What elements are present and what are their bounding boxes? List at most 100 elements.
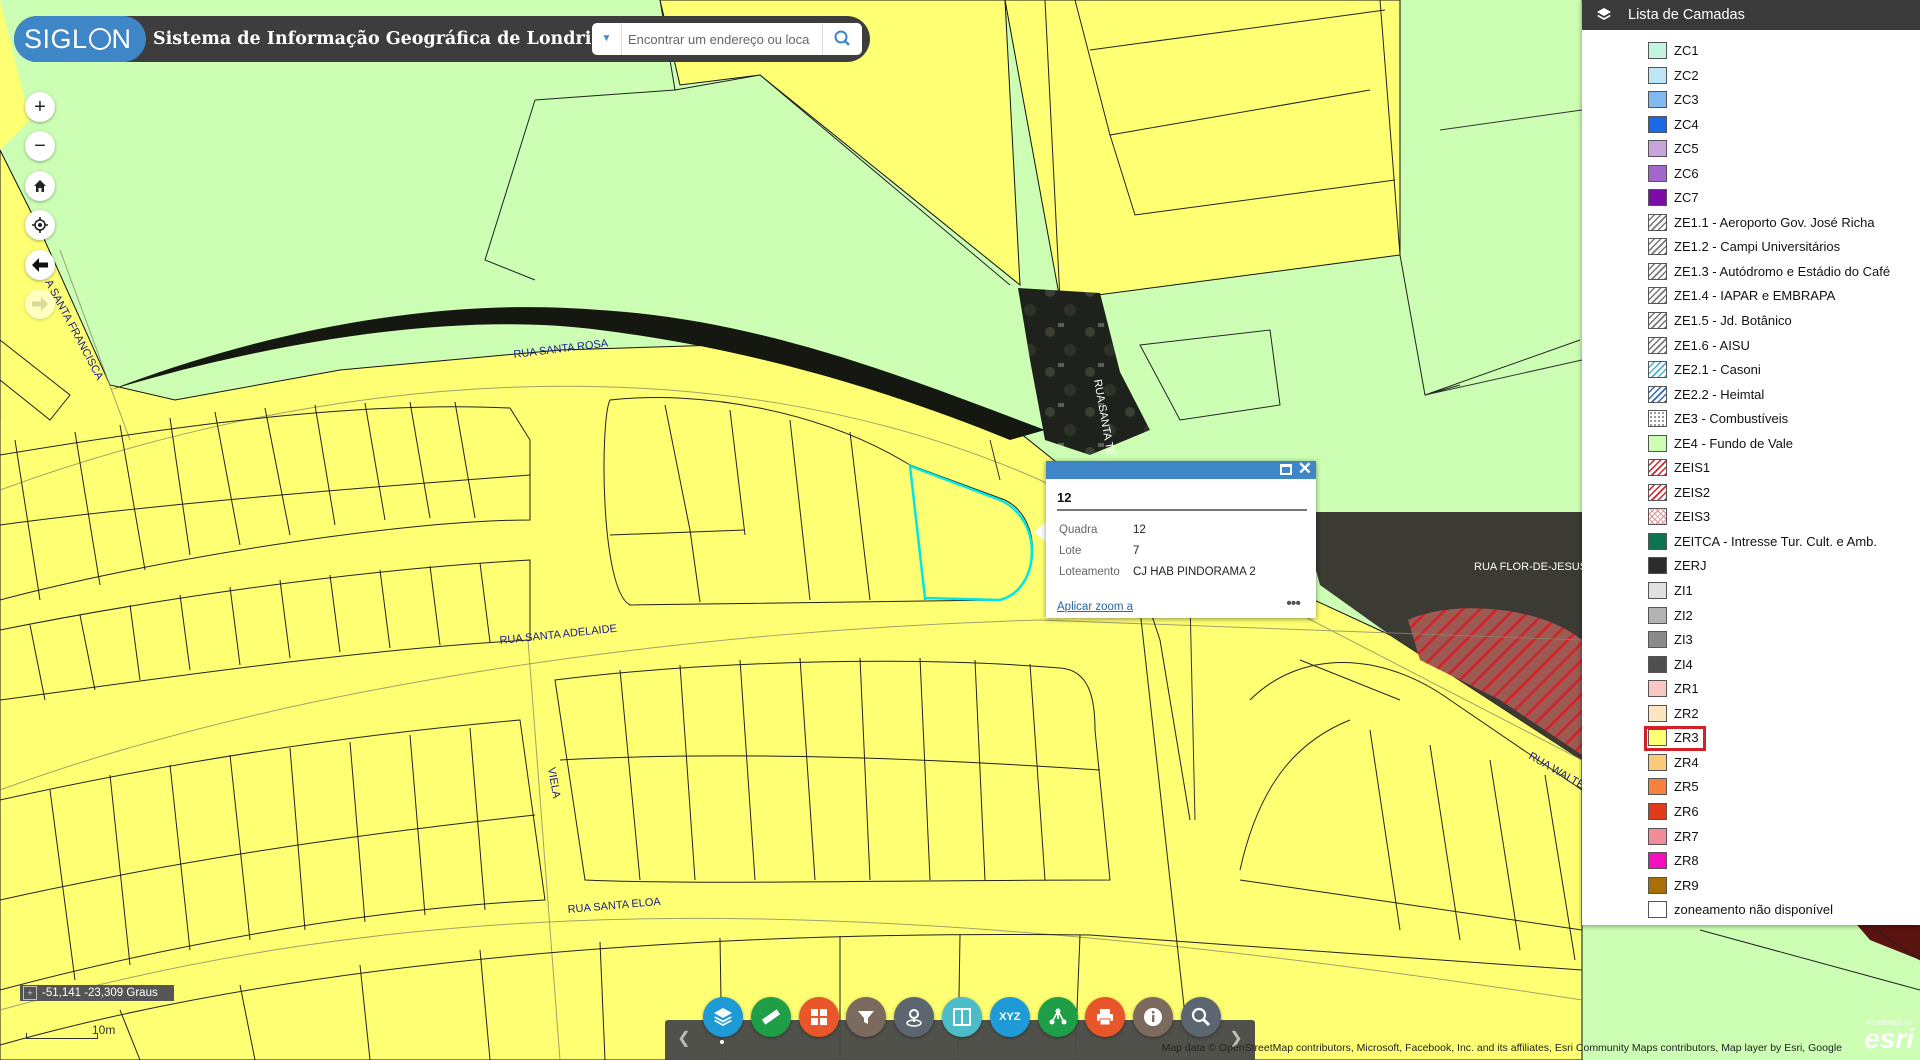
legend-swatch	[1648, 262, 1667, 280]
legend-label: ZE1.6 - AISU	[1674, 337, 1750, 353]
coordinate-readout[interactable]: + -51,141 -23,309 Graus	[20, 985, 174, 1001]
zoom-out-button[interactable]: −	[25, 131, 55, 161]
legend-label: ZC2	[1674, 67, 1699, 83]
maximize-icon[interactable]	[1280, 464, 1292, 475]
legend-item: ZEIS3	[1582, 504, 1920, 529]
legend-label: zoneamento não disponível	[1674, 902, 1834, 918]
legend-list: ZC1 ZC2 ZC3 ZC4 ZC5 ZC6 ZC7 ZE1.1 - Aeroporto G…	[1582, 30, 1920, 922]
legend-swatch	[1648, 655, 1667, 673]
locate-icon	[32, 217, 48, 233]
coordinate-text: -51,141 -23,309 Graus	[42, 987, 158, 999]
swipe-tool-button[interactable]	[942, 997, 982, 1037]
legend-item: ZE3 - Combustíveis	[1582, 406, 1920, 431]
about-tool-button[interactable]	[1133, 997, 1174, 1037]
legend-swatch	[1648, 140, 1667, 158]
field-quadra-value: 12	[1133, 524, 1146, 536]
legend-item: ZI1	[1582, 578, 1920, 603]
legend-swatch	[1648, 483, 1667, 501]
legend-label: ZE3 - Combustíveis	[1674, 411, 1789, 427]
legend-swatch	[1648, 189, 1667, 207]
previous-extent-button[interactable]	[25, 250, 55, 280]
zoom-to-link[interactable]: Aplicar zoom a	[1057, 601, 1133, 613]
toolbar-prev-button[interactable]: ❮	[669, 1020, 699, 1060]
layer-list-title: Lista de Camadas	[1628, 7, 1745, 23]
legend-swatch	[1648, 213, 1667, 231]
legend-item: ZE1.1 - Aeroporto Gov. José Richa	[1582, 210, 1920, 235]
legend-swatch	[1648, 361, 1667, 379]
measure-tool-button[interactable]	[750, 997, 791, 1037]
legend-item: ZR9	[1582, 873, 1920, 898]
legend-swatch	[1648, 459, 1667, 477]
legend-swatch	[1648, 66, 1667, 84]
layers-tool-button[interactable]	[703, 997, 743, 1037]
search-box: ▼	[592, 23, 862, 55]
more-actions-button[interactable]: •••	[1286, 595, 1301, 613]
legend-label: ZC6	[1674, 165, 1699, 181]
legend-item: ZEIS1	[1582, 455, 1920, 480]
search-source-dropdown[interactable]: ▼	[592, 23, 622, 55]
layer-list-panel: Lista de Camadas ZC1 ZC2 ZC3 ZC4 ZC5 ZC6 ZC7 ZE…	[1582, 0, 1920, 925]
legend-label: ZR5	[1674, 779, 1699, 795]
plus-icon: +	[34, 96, 46, 118]
legend-item: ZR4	[1582, 750, 1920, 775]
print-icon	[1094, 1006, 1116, 1028]
share-tool-button[interactable]	[1037, 997, 1078, 1037]
legend-swatch	[1648, 42, 1667, 59]
ruler-icon	[760, 1006, 782, 1028]
legend-swatch	[1648, 336, 1667, 354]
legend-label: ZEITCA - Intresse Tur. Cult. e Amb.	[1674, 533, 1878, 549]
close-icon[interactable]: ✕	[1298, 460, 1312, 478]
legend-swatch	[1648, 164, 1667, 182]
search-button[interactable]	[822, 23, 862, 55]
legend-swatch	[1648, 238, 1667, 256]
sigl-logo[interactable]: SIGL N	[14, 16, 146, 62]
legend-item: ZERJ	[1582, 553, 1920, 578]
legend-item: ZR1	[1582, 676, 1920, 701]
legend-label: ZC5	[1674, 141, 1699, 157]
legend-item: ZE2.2 - Heimtal	[1582, 382, 1920, 407]
popup-pointer	[1034, 522, 1046, 542]
legend-item: ZC6	[1582, 161, 1920, 186]
zoom-in-button[interactable]: +	[25, 92, 55, 122]
popup-title: 12	[1057, 490, 1072, 505]
legend-label: ZR4	[1674, 754, 1699, 770]
legend-swatch	[1648, 876, 1667, 894]
xyz-tool-button[interactable]: XYZ	[989, 997, 1030, 1037]
popup-titlebar: ✕	[1046, 460, 1316, 479]
basemap-tool-button[interactable]	[798, 997, 839, 1037]
legend-item: ZR7	[1582, 824, 1920, 849]
arrow-left-icon	[32, 258, 48, 272]
legend-label: ZEIS1	[1674, 460, 1711, 476]
active-tool-indicator	[720, 1040, 724, 1044]
arrow-right-icon	[32, 297, 48, 311]
query-tool-button[interactable]	[1181, 997, 1221, 1037]
legend-item: ZEITCA - Intresse Tur. Cult. e Amb.	[1582, 529, 1920, 554]
label-rua-flor-de-jesus: RUA FLOR-DE-JESUS	[1474, 561, 1587, 573]
coordinate-mode-icon[interactable]: +	[23, 986, 37, 1000]
legend-label: ZI3	[1674, 632, 1693, 648]
home-button[interactable]	[25, 171, 55, 201]
legend-label: ZERJ	[1674, 558, 1707, 574]
legend-swatch	[1648, 434, 1667, 452]
legend-swatch	[1648, 385, 1667, 403]
globe-icon	[88, 28, 111, 50]
locate-button[interactable]	[25, 210, 55, 240]
legend-label: ZC4	[1674, 116, 1699, 132]
legend-item: ZC7	[1582, 185, 1920, 210]
search-input[interactable]	[628, 23, 818, 55]
legend-label: ZI4	[1674, 656, 1693, 672]
legend-swatch	[1648, 312, 1667, 330]
legend-label: ZR6	[1674, 803, 1699, 819]
esri-logo[interactable]: POWERED BY esri	[1850, 1020, 1914, 1058]
legend-item: ZC5	[1582, 136, 1920, 161]
legend-item: ZC4	[1582, 112, 1920, 137]
legend-swatch	[1648, 631, 1667, 649]
legend-item: ZE2.1 - Casoni	[1582, 357, 1920, 382]
legend-swatch	[1648, 410, 1667, 428]
legend-item: ZR6	[1582, 799, 1920, 824]
next-extent-button[interactable]	[25, 289, 55, 319]
grid-icon	[809, 1007, 829, 1027]
legend-swatch	[1648, 827, 1667, 845]
draw-tool-button[interactable]	[894, 997, 935, 1037]
field-lote-value: 7	[1133, 545, 1140, 557]
